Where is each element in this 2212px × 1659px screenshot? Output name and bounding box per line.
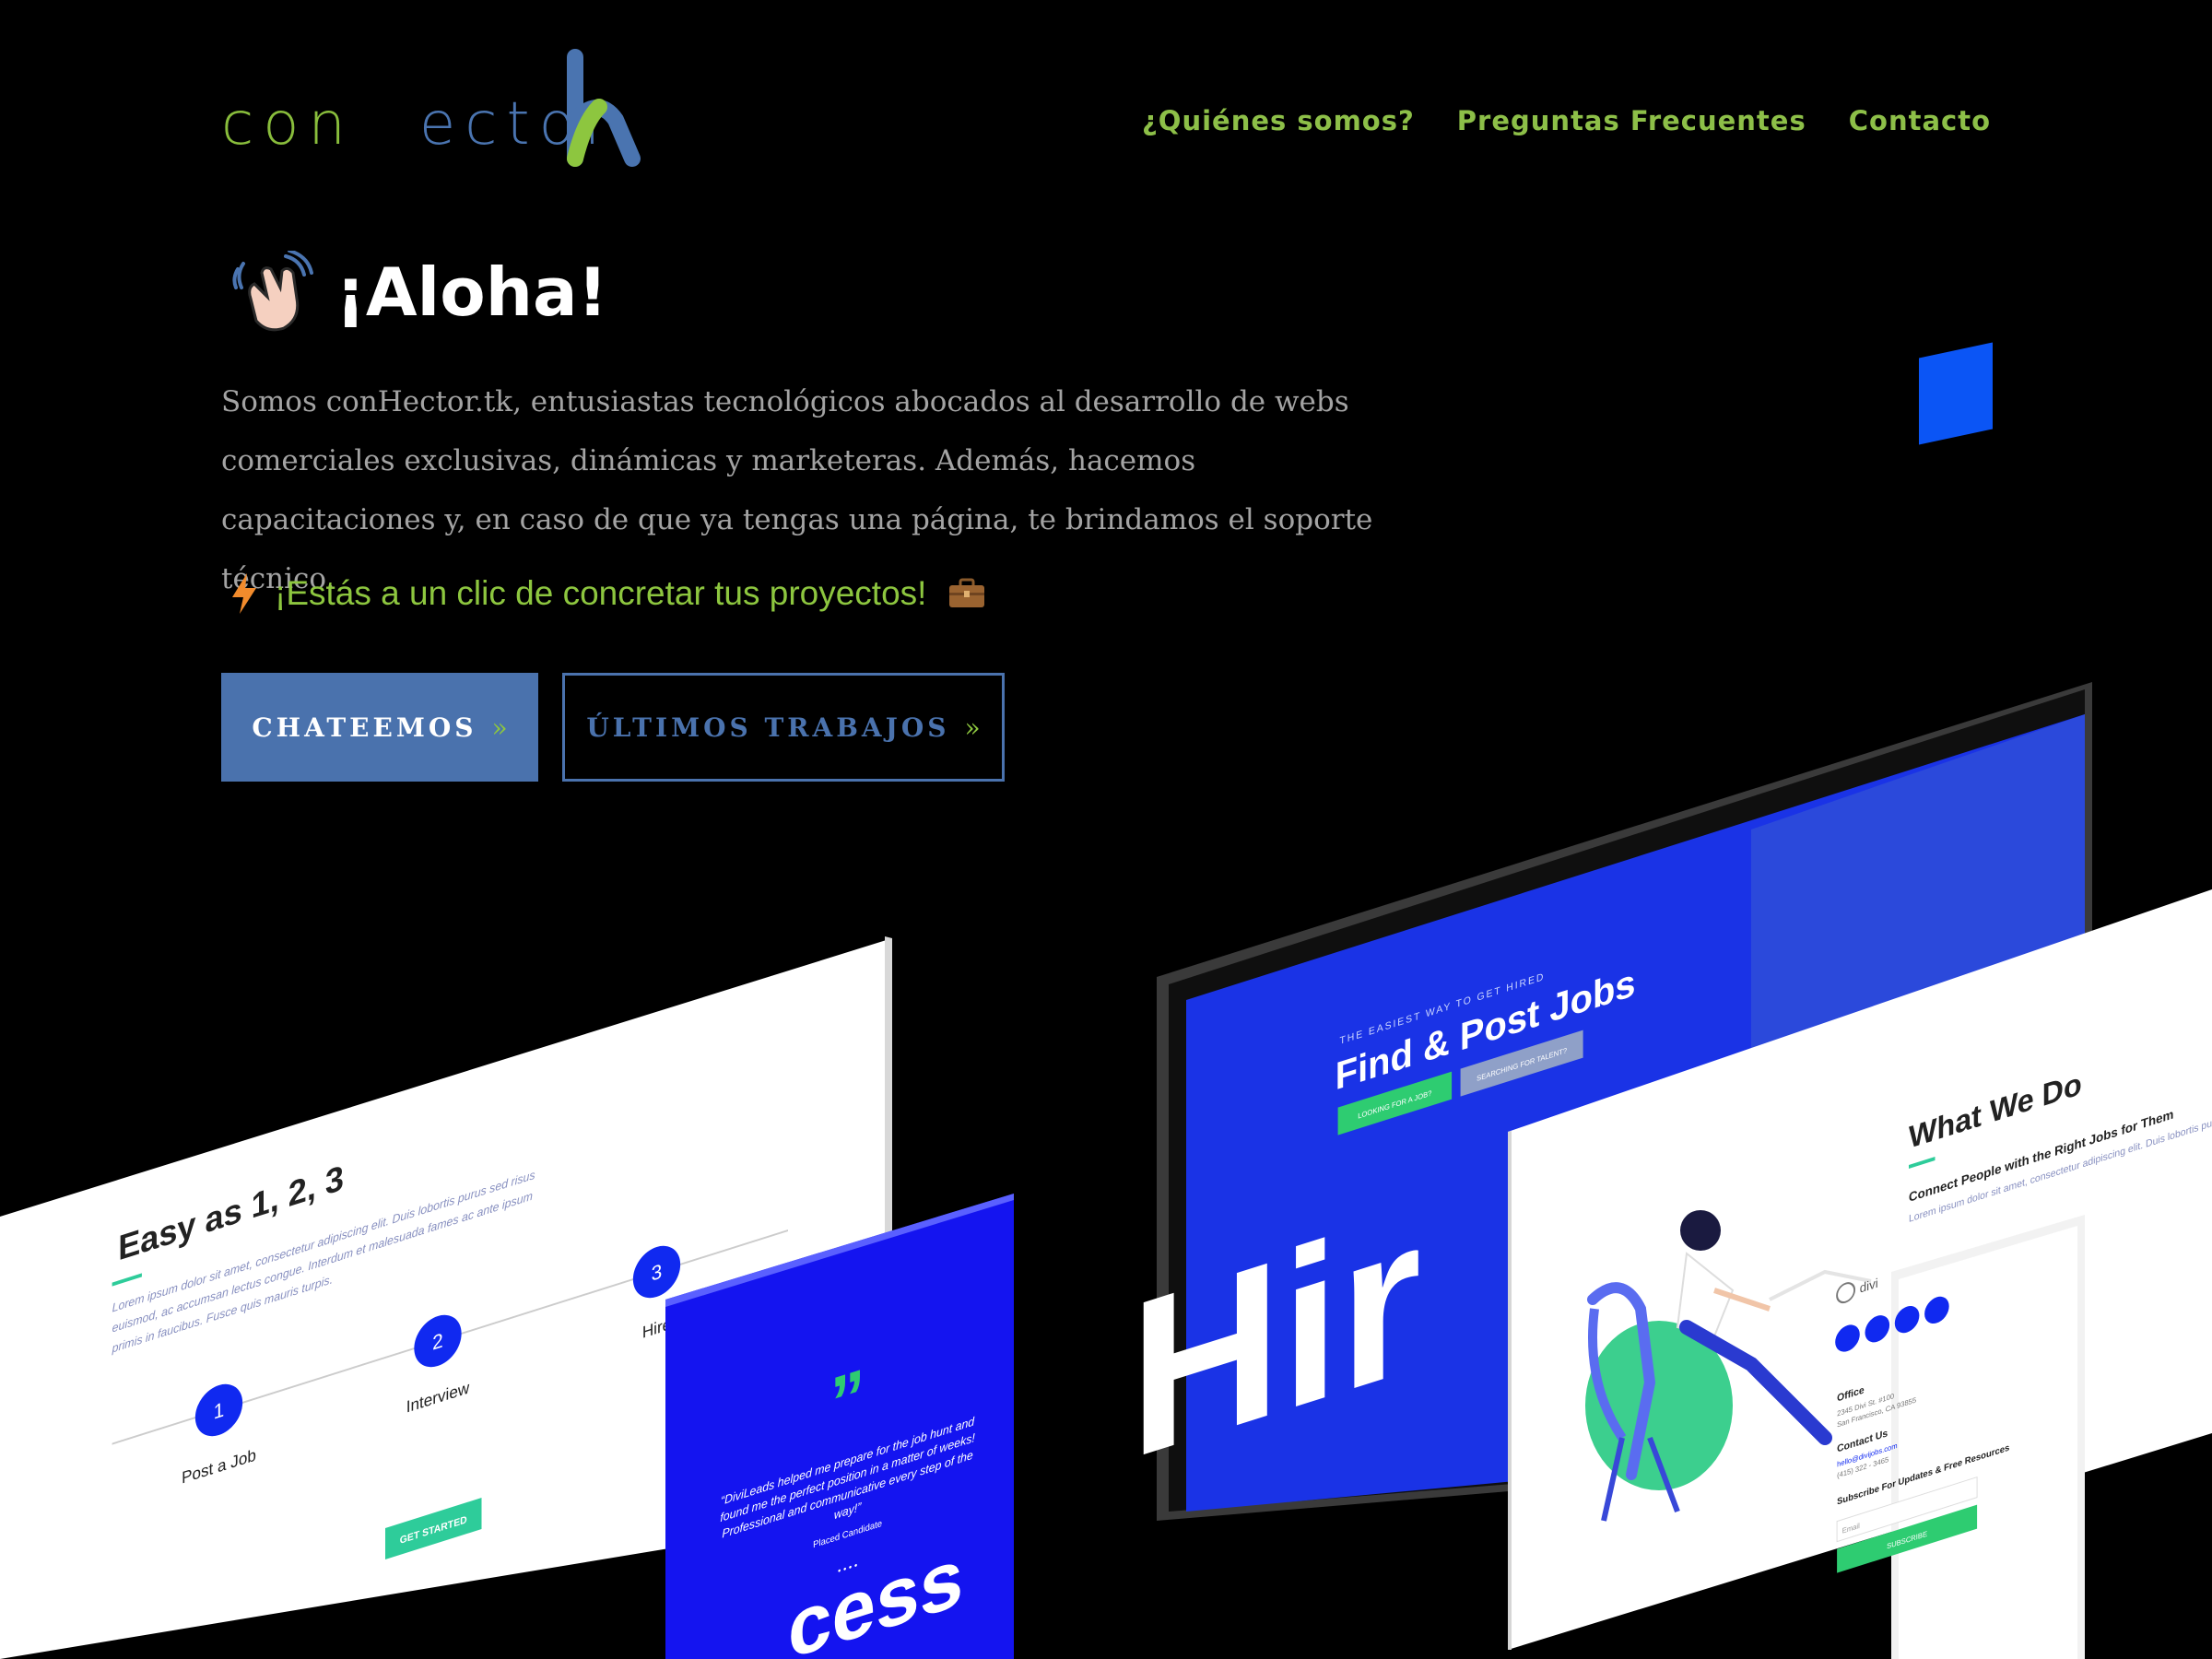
laptop-eyebrow: THE EASIEST WAY TO GET HIRED (1340, 971, 1546, 1047)
logo-wordmark: con ector (221, 90, 618, 159)
phone-office-label: Office (1837, 1384, 1865, 1404)
easy-get-started-label: GET STARTED (400, 1514, 467, 1547)
waving-hand-icon (232, 251, 313, 332)
step-number-3: 3 (652, 1259, 663, 1286)
ultimos-trabajos-button-label: ÚLTIMOS TRABAJOS (586, 712, 950, 743)
decorative-blue-tile (1919, 342, 1993, 445)
step-circle-3 (632, 1245, 681, 1299)
hero-cta-text: ¡Estás a un clic de concretar tus proyec… (275, 574, 927, 612)
nav-link-quienes-somos[interactable]: ¿Quiénes somos? (1142, 105, 1415, 136)
chateemos-button[interactable]: CHATEEMOS » (221, 673, 538, 782)
lightning-bolt-icon (232, 573, 256, 614)
step-circle-2 (414, 1314, 462, 1368)
laptop-looking-label: LOOKING FOR A JOB? (1358, 1088, 1432, 1120)
easy-intro-3: primis in faucibus. Fusce quis mauris tu… (112, 1272, 333, 1356)
easy-divider (112, 1273, 142, 1287)
mockup-phone: divi Office 2345 Divi St. #100 San Franc… (1835, 1215, 2085, 1659)
quote-dots: • • • • (838, 1560, 858, 1577)
easy-title: Easy as 1, 2, 3 (118, 1159, 344, 1268)
nav-link-preguntas-frecuentes[interactable]: Preguntas Frecuentes (1457, 105, 1806, 136)
phone-subscribe-button (1837, 1504, 1978, 1573)
phone-email-placeholder: Email (1842, 1522, 1860, 1535)
youtube-icon (1894, 1305, 1920, 1334)
phone-address-1: 2345 Divi St. #100 (1837, 1392, 1895, 1418)
step-circle-1 (194, 1383, 243, 1437)
quote-mark-icon: ” (830, 1352, 865, 1445)
step-number-2: 2 (432, 1328, 443, 1355)
mockup-easy-steps: Easy as 1, 2, 3 Lorem ipsum dolor sit am… (0, 936, 892, 1659)
laptop-searching-button (1460, 1030, 1583, 1097)
laptop-searching-label: SEARCHING FOR TALENT? (1477, 1046, 1567, 1083)
step-label-1: Post a Job (182, 1445, 256, 1488)
what-text-1: Lorem ipsum dolor sit amet, consectetur … (1909, 1095, 2212, 1225)
laptop-headline: Find & Post Jobs (1335, 960, 1636, 1099)
quote-big-word: cess (788, 1530, 963, 1659)
phone-brand: divi (1860, 1275, 1878, 1295)
mockup-what-we-do: What We Do Connect People with the Right… (1508, 889, 2212, 1650)
laptop-looking-button (1337, 1071, 1453, 1135)
briefcase-icon (949, 578, 985, 607)
mockup-quote-card: ” “DiviLeads helped me prepare for the j… (665, 1194, 1014, 1659)
person-at-desk-illustration (1587, 1210, 1872, 1522)
mockup-laptop: THE EASIEST WAY TO GET HIRED Find & Post… (1130, 682, 2092, 1521)
quote-line-2: found me the perfect position in a matte… (720, 1430, 975, 1524)
phone-phone: (415) 322 - 3465 (1837, 1455, 1889, 1480)
easy-get-started-button (385, 1497, 482, 1559)
divi-logo-icon (1836, 1282, 1856, 1304)
quote-line-3: Professional and communicative every ste… (722, 1448, 972, 1541)
chevron-right-icon: » (491, 712, 508, 743)
quote-author: Placed Candidate (813, 1519, 882, 1551)
quote-line-1: “DiviLeads helped me prepare for the job… (721, 1414, 975, 1508)
website-mockups-illustration: Easy as 1, 2, 3 Lorem ipsum dolor sit am… (0, 682, 2212, 1659)
illustration-green-circle (1585, 1321, 1733, 1490)
hero-title: ¡Aloha! (335, 253, 608, 331)
what-heading-1: Connect People with the Right Jobs for T… (1909, 1106, 2173, 1205)
facebook-icon (1835, 1324, 1860, 1352)
hero-heading: ¡Aloha! (230, 251, 607, 334)
phone-address-2: San Francisco, CA 93855 (1837, 1395, 1917, 1429)
step-label-2: Interview (406, 1378, 470, 1417)
step-label-3: Hire (642, 1314, 671, 1342)
step-number-1: 1 (214, 1397, 225, 1424)
laptop-big-word: Hir (1130, 1167, 1422, 1507)
site-logo[interactable]: con ector (221, 48, 641, 168)
phone-email: hello@divijobs.com (1837, 1441, 1898, 1469)
hero-cta-line: ¡Estás a un clic de concretar tus proyec… (230, 573, 985, 614)
phone-contact-label: Contact Us (1837, 1428, 1888, 1454)
phone-subscribe-label: SUBSCRIBE (1887, 1530, 1927, 1551)
phone-email-input (1836, 1476, 1978, 1543)
logo-text-left: con (221, 90, 355, 159)
person-head (1680, 1210, 1721, 1251)
twitter-icon (1865, 1315, 1890, 1343)
linkedin-icon (1924, 1296, 1949, 1324)
easy-intro-1: Lorem ipsum dolor sit amet, consectetur … (112, 1167, 535, 1314)
nav-link-contacto[interactable]: Contacto (1849, 105, 1991, 136)
main-nav: ¿Quiénes somos? Preguntas Frecuentes Con… (1142, 105, 1991, 136)
phone-subscribe-heading: Subscribe For Updates & Free Resources (1837, 1442, 2010, 1507)
chateemos-button-label: CHATEEMOS (252, 712, 477, 743)
what-divider (1909, 1156, 1936, 1169)
ultimos-trabajos-button[interactable]: ÚLTIMOS TRABAJOS » (562, 673, 1005, 782)
logo-h-mark-icon (567, 49, 641, 167)
quote-line-4: way!” (834, 1500, 862, 1523)
easy-intro-2: euismod, ac accumsan lectus congue. Inte… (112, 1188, 533, 1335)
chevron-right-icon: » (964, 712, 981, 743)
what-title: What We Do (1909, 1066, 2082, 1156)
